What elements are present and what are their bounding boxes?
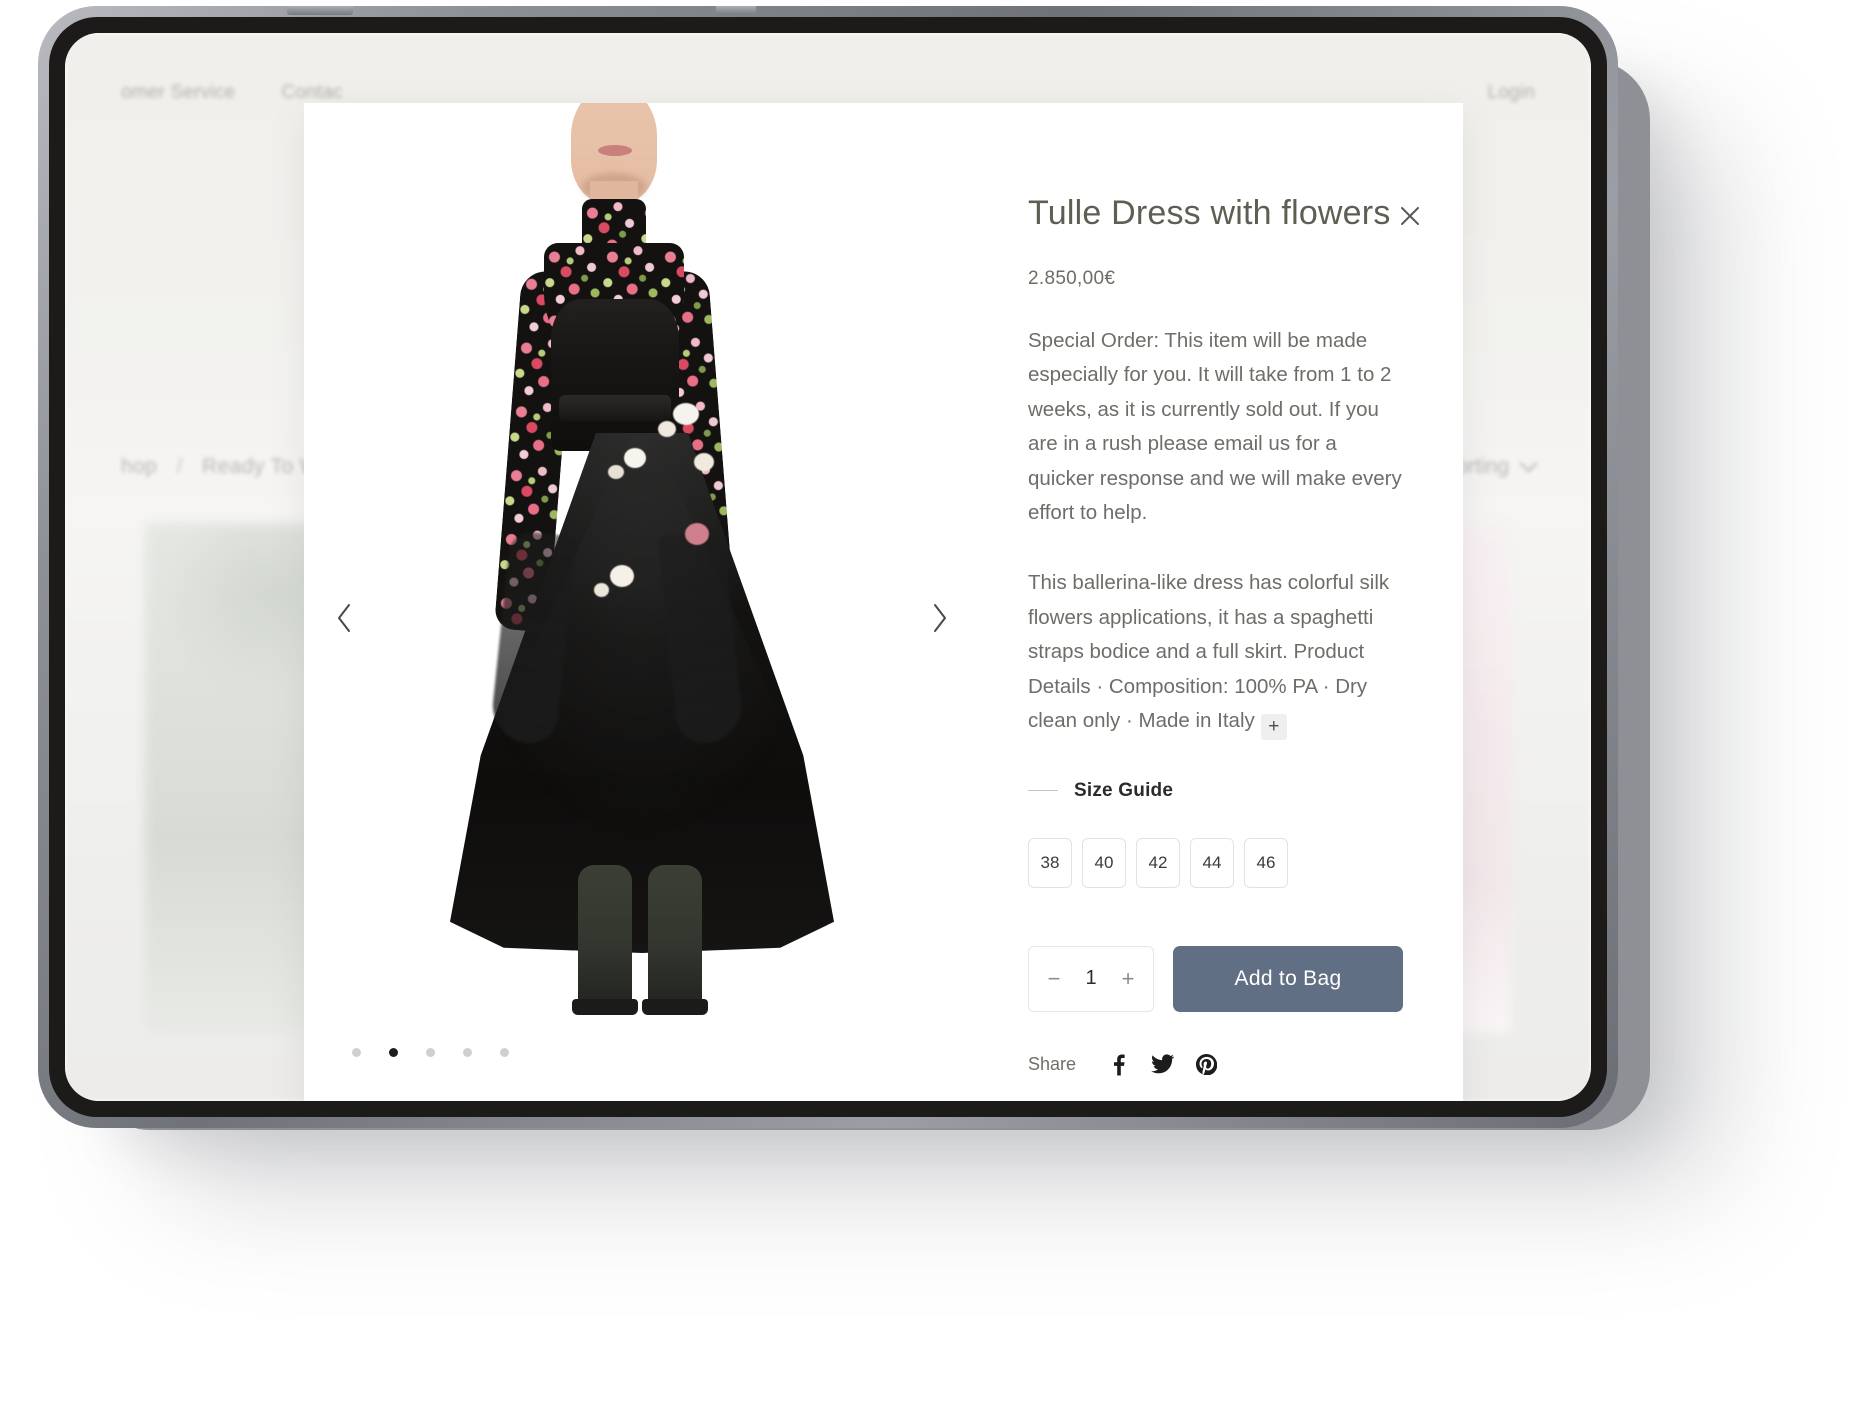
size-option-40[interactable]: 40	[1082, 837, 1126, 888]
device-top-button-2	[716, 6, 756, 15]
flower-applique	[624, 448, 646, 468]
quantity-stepper: − 1 +	[1028, 945, 1154, 1012]
screenshot-scene: omer Service Contac Login hop / Ready To…	[0, 0, 1872, 1424]
size-guide-link[interactable]: Size Guide	[1074, 780, 1173, 802]
product-gallery	[304, 103, 980, 1101]
product-quick-view-modal: Tulle Dress with flowers 2.850,00€ Speci…	[304, 103, 1463, 1101]
size-guide-rule	[1028, 790, 1058, 792]
expand-description-button[interactable]: +	[1260, 713, 1287, 740]
flower-applique	[658, 421, 676, 437]
purchase-row: − 1 + Add to Bag	[1028, 945, 1403, 1012]
model-lips	[598, 145, 632, 156]
share-row: Share	[1028, 1054, 1403, 1076]
flower-applique	[594, 583, 609, 597]
twitter-icon[interactable]	[1150, 1054, 1175, 1076]
product-image	[432, 103, 852, 1101]
chevron-right-icon[interactable]	[918, 596, 962, 640]
product-info-panel: Tulle Dress with flowers 2.850,00€ Speci…	[980, 103, 1463, 1101]
gallery-dot-active[interactable]	[389, 1048, 398, 1057]
device-top-button-1	[287, 6, 353, 15]
product-price: 2.850,00€	[1028, 267, 1116, 289]
page-title: Tulle Dress with flowers	[1028, 194, 1391, 232]
flower-applique	[610, 565, 634, 587]
size-selector: 38 40 42 44 46	[1028, 837, 1403, 888]
share-label: Share	[1028, 1054, 1077, 1075]
product-special-order-note: Special Order: This item will be made es…	[1028, 328, 1402, 524]
product-description-text: This ballerina-like dress has colorful s…	[1028, 571, 1390, 733]
gallery-dot[interactable]	[500, 1048, 509, 1057]
gallery-dot[interactable]	[426, 1048, 435, 1057]
flower-applique	[685, 523, 709, 545]
size-option-42[interactable]: 42	[1136, 837, 1180, 888]
gallery-dot[interactable]	[463, 1048, 472, 1057]
gallery-dot[interactable]	[352, 1048, 361, 1057]
flower-applique	[694, 453, 714, 471]
size-option-38[interactable]: 38	[1028, 837, 1072, 888]
flower-applique	[608, 465, 624, 479]
dress-skirt-sheer-overlay	[436, 481, 848, 981]
quantity-value[interactable]: 1	[1085, 967, 1096, 990]
product-description: This ballerina-like dress has colorful s…	[1028, 566, 1403, 740]
quantity-decrement-button[interactable]: −	[1043, 967, 1065, 990]
model-boot-left	[572, 865, 638, 1015]
flower-applique	[673, 403, 699, 425]
size-option-44[interactable]: 44	[1190, 837, 1234, 888]
size-guide-row: Size Guide	[1028, 780, 1403, 802]
add-to-bag-button[interactable]: Add to Bag	[1173, 945, 1403, 1012]
model-boot-right	[642, 865, 708, 1015]
gallery-pagination-dots	[352, 1048, 509, 1057]
size-option-46[interactable]: 46	[1244, 837, 1288, 888]
pinterest-icon[interactable]	[1196, 1054, 1218, 1076]
tablet-screen: omer Service Contac Login hop / Ready To…	[65, 33, 1591, 1101]
facebook-icon[interactable]	[1108, 1054, 1128, 1076]
quantity-increment-button[interactable]: +	[1117, 967, 1139, 990]
product-image-illustration	[432, 103, 852, 1101]
chevron-left-icon[interactable]	[322, 596, 366, 640]
